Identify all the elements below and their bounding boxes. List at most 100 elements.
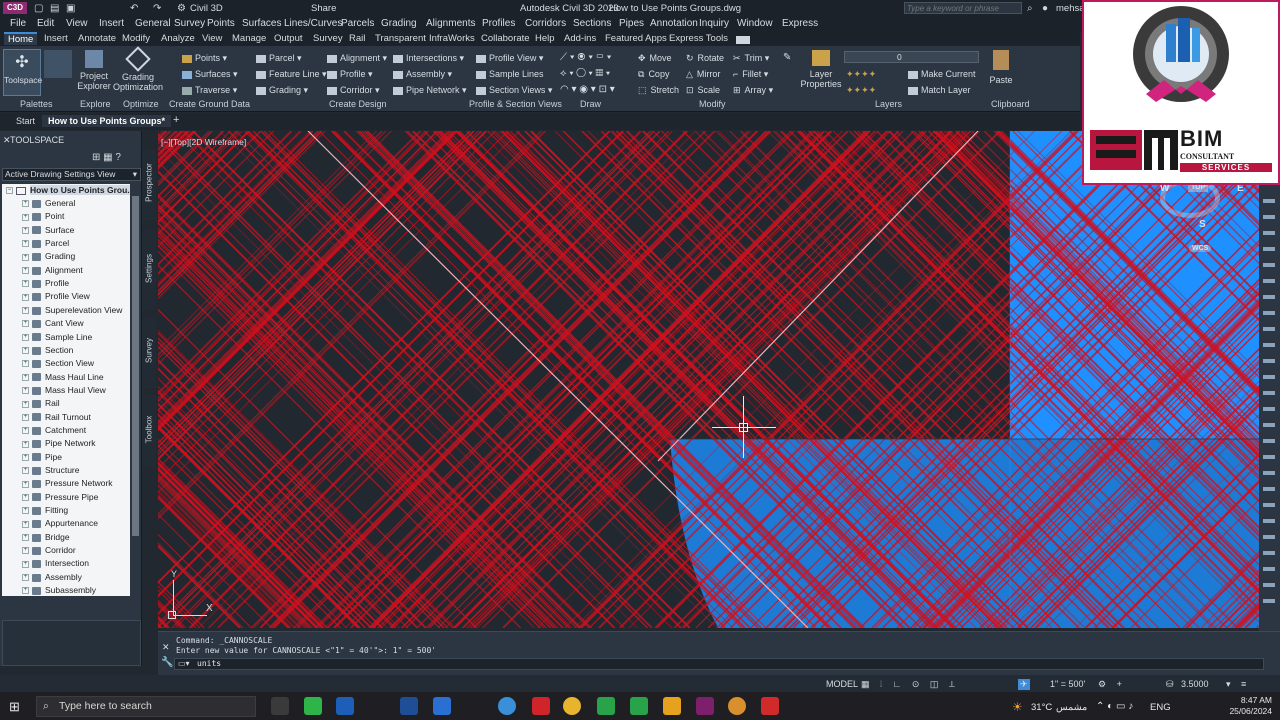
side-tab-settings[interactable]: Settings — [142, 230, 156, 310]
close-command-icon[interactable]: ✕ — [162, 642, 170, 653]
expand-icon[interactable]: + — [22, 253, 29, 261]
scrollbar-thumb[interactable] — [132, 196, 139, 536]
expand-icon[interactable]: + — [22, 320, 29, 328]
array-button[interactable]: ⊞ Array ▾ — [733, 85, 773, 96]
tree-item[interactable]: + Assembly — [2, 572, 82, 582]
camtasia-recorder-icon[interactable] — [630, 697, 648, 715]
tab-start[interactable]: Start — [10, 115, 41, 127]
tab-help[interactable]: Help — [535, 33, 555, 44]
expand-icon[interactable]: + — [22, 507, 29, 515]
tab-view[interactable]: View — [202, 33, 222, 44]
points-button[interactable]: Points ▾ — [182, 53, 227, 64]
expand-icon[interactable]: + — [22, 307, 29, 315]
tree-item[interactable]: + Subassembly — [2, 585, 96, 595]
expand-icon[interactable]: + — [22, 587, 29, 595]
move-button[interactable]: ✥ Move — [638, 53, 672, 64]
expand-icon[interactable]: + — [22, 453, 29, 461]
layer-dropdown[interactable]: 0 — [844, 51, 979, 63]
lineweight-icon[interactable]: ⛁ — [1166, 679, 1174, 690]
corridor-button[interactable]: Corridor ▾ — [327, 85, 380, 96]
tree-item[interactable]: + Parcel — [2, 238, 69, 248]
tree-item[interactable]: + Mass Haul Line — [2, 372, 104, 382]
menu-express[interactable]: Express — [782, 18, 818, 29]
acrobat-icon[interactable] — [532, 697, 550, 715]
tree-item[interactable]: + Surface — [2, 225, 74, 235]
workspace-switcher[interactable]: Civil 3D — [190, 3, 223, 14]
toolspace-toolbar-icons[interactable]: ⊞ ▦ ? — [92, 152, 121, 163]
pipe-network-button[interactable]: Pipe Network ▾ — [393, 85, 467, 96]
trim-button[interactable]: ✂ Trim ▾ — [733, 53, 769, 64]
expand-icon[interactable]: + — [22, 226, 29, 234]
tree-item[interactable]: + Profile View — [2, 291, 90, 301]
layer-properties-button[interactable]: Layer Properties — [800, 50, 842, 89]
tree-item[interactable]: + Section — [2, 345, 73, 355]
project-explorer-button[interactable]: Project Explorer — [77, 50, 111, 91]
camtasia-icon[interactable] — [597, 697, 615, 715]
tab-survey[interactable]: Survey — [313, 33, 343, 44]
intersections-button[interactable]: Intersections ▾ — [393, 53, 464, 64]
side-tab-survey[interactable]: Survey — [142, 318, 156, 388]
expand-icon[interactable]: + — [22, 493, 29, 501]
tab-featured-apps[interactable]: Featured Apps — [605, 33, 667, 44]
menu-inquiry[interactable]: Inquiry — [699, 18, 729, 29]
expand-icon[interactable]: + — [22, 387, 29, 395]
search-input[interactable] — [904, 2, 1022, 14]
tree-item[interactable]: + Pressure Network — [2, 478, 113, 488]
group-palettes[interactable]: Palettes — [20, 99, 53, 109]
tab-add-ins[interactable]: Add-ins — [564, 33, 596, 44]
tab-home[interactable]: Home — [4, 32, 38, 45]
feature-line-button[interactable]: Feature Line ▾ — [256, 69, 327, 80]
app-logo[interactable]: C3D — [3, 2, 27, 14]
tree-item[interactable]: + General — [2, 198, 75, 208]
tree-item[interactable]: + Structure — [2, 465, 80, 475]
sample-lines-button[interactable]: Sample Lines — [476, 69, 544, 79]
tree-item[interactable]: + Alignment — [2, 265, 83, 275]
menu-window[interactable]: Window — [737, 18, 773, 29]
profile-button[interactable]: Profile ▾ — [327, 69, 373, 80]
menu-annotation[interactable]: Annotation — [650, 18, 698, 29]
copy-button[interactable]: ⧉ Copy — [638, 69, 669, 80]
tree-root[interactable]: − How to Use Points Grou... — [2, 185, 130, 195]
menu-lines-curves[interactable]: Lines/Curves — [284, 18, 342, 29]
tree-item[interactable]: + Cant View — [2, 318, 84, 328]
wcs-menu[interactable]: WCS — [1189, 245, 1212, 252]
palette-icons[interactable] — [44, 50, 72, 78]
menu-view[interactable]: View — [66, 18, 88, 29]
section-views-button[interactable]: Section Views ▾ — [476, 85, 552, 96]
tab-analyze[interactable]: Analyze — [161, 33, 195, 44]
tab-annotate[interactable]: Annotate — [78, 33, 116, 44]
customize-icon[interactable]: 🔧 — [161, 657, 173, 668]
recorder-icon[interactable] — [761, 697, 779, 715]
customize-status-icons[interactable]: ▾ ≡ — [1226, 679, 1250, 690]
tab-insert[interactable]: Insert — [44, 33, 68, 44]
undo-icon[interactable]: ↶ — [130, 3, 138, 14]
tree-item[interactable]: + Point — [2, 211, 64, 221]
edge-icon[interactable] — [498, 697, 516, 715]
tree-item[interactable]: + Section View — [2, 358, 94, 368]
tree-item[interactable]: + Grading — [2, 251, 75, 261]
expand-icon[interactable]: + — [22, 373, 29, 381]
layer-tools-icon[interactable]: ✦✦✦✦ — [846, 69, 876, 80]
search-icon[interactable]: ⌕ — [1027, 3, 1033, 14]
expand-icon[interactable]: + — [22, 560, 29, 568]
weather-temp[interactable]: 31°C — [1031, 702, 1052, 713]
nav-tools-icon[interactable] — [1263, 191, 1275, 611]
menu-alignments[interactable]: Alignments — [426, 18, 475, 29]
group-create-ground-data[interactable]: Create Ground Data — [169, 99, 250, 109]
task-view-icon[interactable] — [271, 697, 289, 715]
traverse-button[interactable]: Traverse ▾ — [182, 85, 237, 96]
app-icon[interactable] — [728, 697, 746, 715]
menu-sections[interactable]: Sections — [573, 18, 611, 29]
menu-corridors[interactable]: Corridors — [525, 18, 566, 29]
assembly-button[interactable]: Assembly ▾ — [393, 69, 452, 80]
outlook-icon[interactable] — [336, 697, 354, 715]
language-indicator[interactable]: ENG — [1150, 702, 1171, 713]
expand-icon[interactable]: + — [22, 200, 29, 208]
user-name[interactable]: mehsa — [1056, 3, 1085, 14]
tree-item[interactable]: + Corridor — [2, 545, 76, 555]
expand-icon[interactable]: + — [22, 574, 29, 582]
tree-item[interactable]: + Rail — [2, 398, 60, 408]
menu-points[interactable]: Points — [207, 18, 235, 29]
menu-pipes[interactable]: Pipes — [619, 18, 644, 29]
menu-survey[interactable]: Survey — [174, 18, 205, 29]
